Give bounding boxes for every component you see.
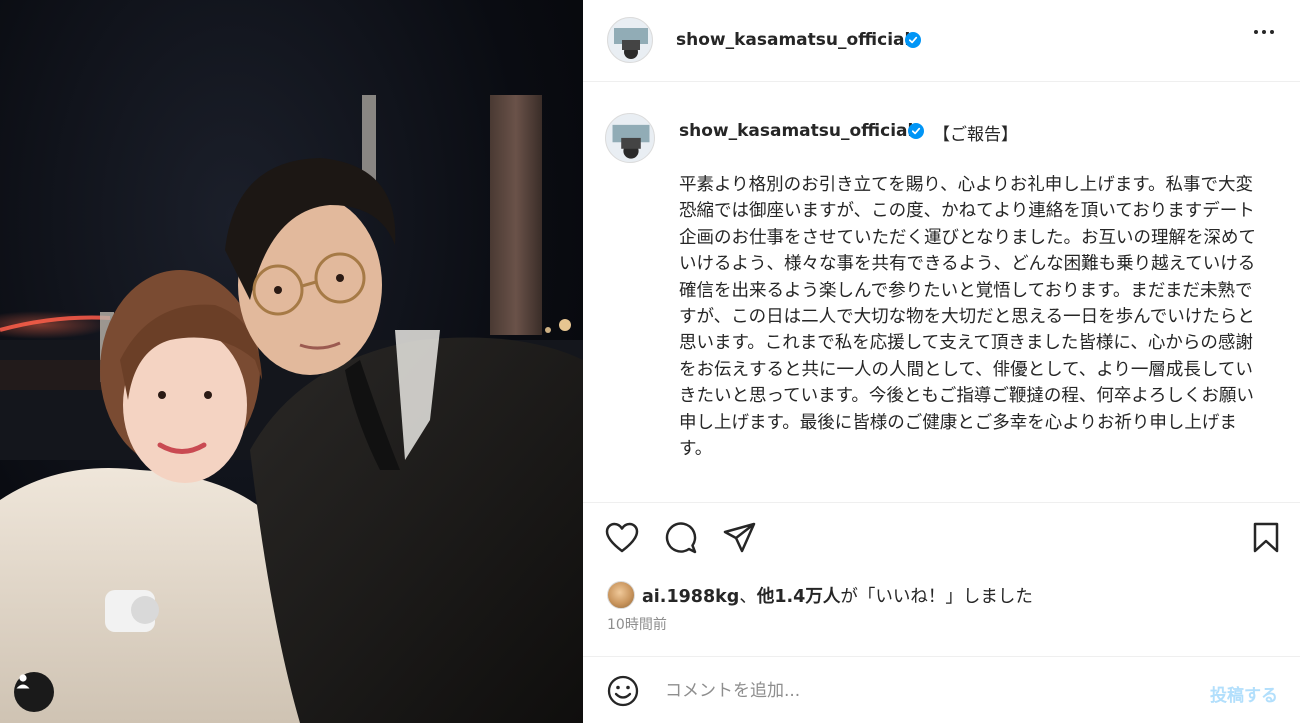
photo-illustration <box>0 95 583 723</box>
caption-text: 平素より格別のお引き立てを賜り、心よりお礼申し上げます。私事で大変恐縮では御座い… <box>679 175 1256 460</box>
author-avatar[interactable] <box>607 17 653 63</box>
bookmark-icon[interactable] <box>1252 522 1280 554</box>
send-icon[interactable] <box>723 522 757 554</box>
caption-report-label: 【ご報告】 <box>933 125 1018 145</box>
author-username[interactable]: show_kasamatsu_official <box>676 30 910 50</box>
user-tag-icon <box>16 674 30 689</box>
comment-bar: 投稿する <box>583 656 1300 723</box>
likes-text: ai.1988kg、他1.4万人が「いいね！」しました <box>642 583 1033 608</box>
likes-others-count[interactable]: 他1.4万人 <box>757 587 841 607</box>
avatar-image <box>612 124 650 159</box>
post-header: show_kasamatsu_official <box>583 0 1300 82</box>
likes-separator: 、 <box>739 586 757 607</box>
verified-badge-icon <box>905 32 921 48</box>
post-photo[interactable] <box>0 0 583 723</box>
avatar-image <box>614 28 648 59</box>
comment-input[interactable] <box>665 681 1185 701</box>
comment-icon[interactable] <box>664 522 698 556</box>
liker-avatar[interactable] <box>607 581 635 609</box>
more-icon[interactable] <box>1254 30 1274 34</box>
post-comment-button[interactable]: 投稿する <box>1210 681 1278 706</box>
tagged-users-button[interactable] <box>14 672 54 712</box>
verified-badge-icon <box>908 123 924 139</box>
emoji-icon[interactable] <box>607 675 639 707</box>
heart-icon[interactable] <box>605 522 639 554</box>
liker-username[interactable]: ai.1988kg <box>642 587 739 607</box>
likes-suffix: が「いいね！」しました <box>840 586 1033 607</box>
post-actions <box>583 502 1300 572</box>
caption-author-avatar[interactable] <box>605 113 655 163</box>
likes-summary[interactable]: ai.1988kg、他1.4万人が「いいね！」しました <box>607 580 1033 610</box>
post-timestamp[interactable]: 10時間前 <box>607 614 667 634</box>
post-details-panel: show_kasamatsu_official show_kasamatsu_o… <box>583 0 1300 723</box>
caption-author-username[interactable]: show_kasamatsu_official <box>679 121 913 141</box>
